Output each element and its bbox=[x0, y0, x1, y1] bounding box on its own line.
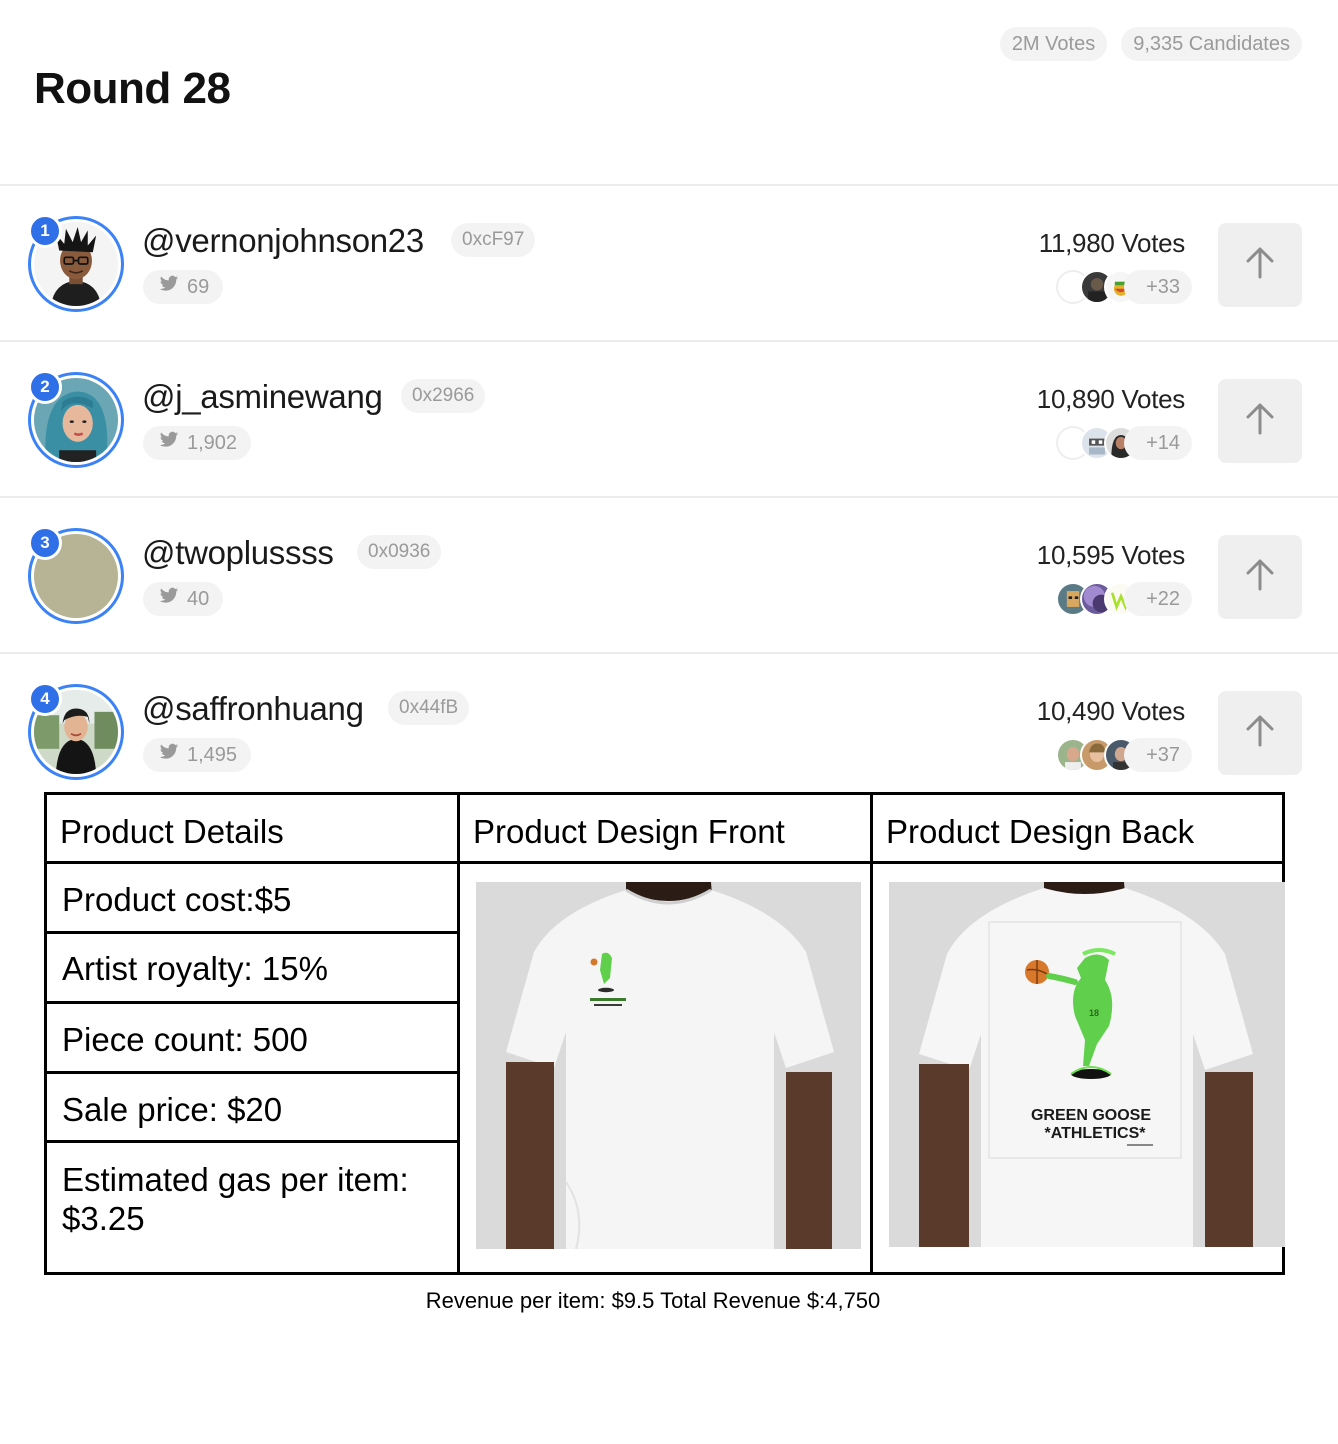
vote-count: 10,890 Votes bbox=[1036, 384, 1186, 414]
twitter-followers-badge[interactable]: 40 bbox=[143, 582, 224, 616]
more-voters-count: +14 bbox=[1124, 426, 1192, 460]
voter-avatars[interactable]: +22 bbox=[1056, 581, 1192, 617]
candidate-row[interactable]: 2 @j_asminewang 0x2966 1,902 10,890 Vote… bbox=[0, 342, 1338, 498]
shirt-back-image: 18 GREEN GOOSE *ATHLETICS* bbox=[889, 882, 1285, 1247]
product-cost: Product cost:$5 bbox=[62, 881, 292, 918]
page-title: Round 28 bbox=[34, 64, 231, 113]
candidate-handle[interactable]: @j_asminewang bbox=[142, 378, 383, 416]
twitter-followers-badge[interactable]: 69 bbox=[143, 270, 224, 304]
piece-count: Piece count: 500 bbox=[62, 1021, 308, 1058]
twitter-followers-badge[interactable]: 1,902 bbox=[143, 426, 252, 460]
estimated-gas-value: $3.25 bbox=[62, 1200, 145, 1237]
wallet-address-badge[interactable]: 0xcF97 bbox=[451, 223, 536, 257]
sale-price: Sale price: $20 bbox=[62, 1091, 283, 1128]
twitter-icon bbox=[159, 426, 179, 460]
rank-badge: 1 bbox=[28, 214, 62, 248]
twitter-icon bbox=[159, 270, 179, 304]
row-divider bbox=[47, 931, 457, 934]
arrow-up-icon bbox=[1245, 714, 1275, 753]
round-header: Round 28 2M Votes 9,335 Candidates bbox=[0, 0, 1338, 185]
column-header-front: Product Design Front bbox=[473, 813, 785, 850]
candidate-row[interactable]: 3 @twoplussss 0x0936 40 10,595 Votes +22 bbox=[0, 498, 1338, 654]
arrow-up-icon bbox=[1245, 246, 1275, 285]
candidate-handle[interactable]: @saffronhuang bbox=[142, 690, 364, 728]
artist-royalty: Artist royalty: 15% bbox=[62, 950, 328, 987]
twitter-count: 69 bbox=[187, 276, 210, 298]
twitter-icon bbox=[159, 582, 179, 616]
shirt-brand-line1: GREEN GOOSE bbox=[1031, 1107, 1151, 1124]
arrow-up-icon bbox=[1245, 558, 1275, 597]
candidate-row[interactable]: 4 @saffronhuang 0x44fB 1,495 10,490 Vote… bbox=[0, 654, 1338, 810]
twitter-count: 1,495 bbox=[187, 744, 238, 766]
estimated-gas-label: Estimated gas per item: bbox=[62, 1161, 409, 1198]
row-divider bbox=[47, 1001, 457, 1004]
revenue-summary: Revenue per item: $9.5 Total Revenue $:4… bbox=[425, 1288, 881, 1313]
column-divider bbox=[457, 795, 460, 1272]
total-candidates-badge: 9,335 Candidates bbox=[1121, 27, 1302, 61]
voter-avatars[interactable]: +14 bbox=[1056, 425, 1192, 461]
upvote-button[interactable] bbox=[1218, 691, 1302, 775]
twitter-followers-badge[interactable]: 1,495 bbox=[143, 738, 252, 772]
twitter-count: 1,902 bbox=[187, 432, 238, 454]
column-header-details: Product Details bbox=[60, 813, 284, 850]
upvote-button[interactable] bbox=[1218, 535, 1302, 619]
column-divider bbox=[870, 795, 873, 1272]
shirt-brand-line2: *ATHLETICS* bbox=[1044, 1125, 1146, 1142]
more-voters-count: +37 bbox=[1124, 738, 1192, 772]
rank-badge: 3 bbox=[28, 526, 62, 560]
vote-count: 10,490 Votes bbox=[1036, 696, 1186, 726]
rank-badge: 2 bbox=[28, 370, 62, 404]
candidate-handle[interactable]: @vernonjohnson23 bbox=[142, 222, 424, 260]
upvote-button[interactable] bbox=[1218, 379, 1302, 463]
product-proposal-table: Product Details Product Design Front Pro… bbox=[44, 792, 1285, 1275]
voter-avatars[interactable]: +37 bbox=[1056, 737, 1192, 773]
rank-badge: 4 bbox=[28, 682, 62, 716]
upvote-button[interactable] bbox=[1218, 223, 1302, 307]
twitter-count: 40 bbox=[187, 588, 210, 610]
wallet-address-badge[interactable]: 0x2966 bbox=[401, 379, 486, 413]
candidate-row[interactable]: 1 @vernonjohnson23 0xcF97 69 11,980 Vote… bbox=[0, 186, 1338, 342]
round-stats: 2M Votes 9,335 Candidates bbox=[999, 27, 1302, 61]
wallet-address-badge[interactable]: 0x0936 bbox=[357, 535, 442, 569]
wallet-address-badge[interactable]: 0x44fB bbox=[388, 691, 470, 725]
total-votes-badge: 2M Votes bbox=[999, 27, 1108, 61]
row-divider bbox=[47, 1071, 457, 1074]
arrow-up-icon bbox=[1245, 402, 1275, 441]
svg-text:18: 18 bbox=[1089, 1008, 1099, 1018]
more-voters-count: +33 bbox=[1124, 270, 1192, 304]
vote-count: 10,595 Votes bbox=[1036, 540, 1186, 570]
column-header-back: Product Design Back bbox=[886, 813, 1195, 850]
row-divider bbox=[47, 1140, 457, 1143]
header-divider bbox=[47, 861, 1282, 864]
voter-avatars[interactable]: +33 bbox=[1056, 269, 1192, 305]
candidate-handle[interactable]: @twoplussss bbox=[142, 534, 334, 572]
more-voters-count: +22 bbox=[1124, 582, 1192, 616]
twitter-icon bbox=[159, 738, 179, 772]
vote-count: 11,980 Votes bbox=[1038, 228, 1186, 258]
shirt-front-image bbox=[476, 882, 861, 1249]
